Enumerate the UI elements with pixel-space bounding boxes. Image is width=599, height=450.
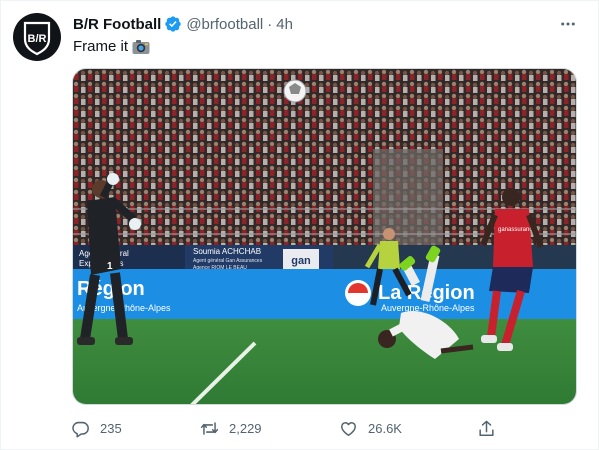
board-2-line-2: Agent général Gan Assurances bbox=[193, 258, 263, 264]
tweet-header: B/R Football @brfootball · 4h bbox=[73, 14, 293, 34]
board-3: gan bbox=[291, 255, 311, 267]
retweet-icon bbox=[200, 421, 219, 435]
like-icon bbox=[341, 421, 356, 436]
tweet-card[interactable]: B/R B/R Football @brfootball · 4h Frame … bbox=[0, 0, 599, 450]
football-photo: Agent général Expert à vos Soumia ACHCHA… bbox=[73, 69, 576, 404]
like-count: 26.6K bbox=[368, 420, 402, 436]
ball bbox=[283, 79, 307, 103]
share-button[interactable] bbox=[477, 415, 506, 441]
avatar-monogram: B/R bbox=[28, 33, 47, 45]
retweet-button[interactable]: 2,229 bbox=[200, 415, 262, 441]
verified-badge-icon bbox=[165, 16, 182, 32]
more-icon bbox=[561, 22, 575, 26]
tweet-actions: 235 2,229 26.6K bbox=[69, 415, 509, 441]
avatar[interactable]: B/R bbox=[13, 13, 61, 61]
reply-button[interactable]: 235 bbox=[71, 415, 122, 441]
tweet-photo[interactable]: Agent général Expert à vos Soumia ACHCHA… bbox=[72, 68, 577, 405]
camera-icon bbox=[132, 40, 150, 54]
pitch bbox=[73, 319, 576, 404]
timestamp[interactable]: 4h bbox=[276, 16, 293, 33]
retweet-count: 2,229 bbox=[229, 420, 262, 436]
br-logo-icon: B/R bbox=[23, 21, 51, 56]
board-2-line-1: Soumia ACHCHAB bbox=[193, 247, 261, 256]
separator-dot: · bbox=[267, 15, 273, 33]
share-icon bbox=[479, 420, 494, 436]
keeper-number: 1 bbox=[107, 261, 113, 272]
tweet-text-body: Frame it bbox=[73, 38, 129, 55]
led-right-sub: Auvergne-Rhône-Alpes bbox=[381, 303, 475, 313]
more-button[interactable] bbox=[554, 13, 582, 35]
reply-count: 235 bbox=[100, 420, 122, 436]
author-name[interactable]: B/R Football bbox=[73, 16, 161, 33]
author-handle[interactable]: @brfootball bbox=[186, 16, 263, 33]
like-button[interactable]: 26.6K bbox=[339, 415, 402, 441]
reply-icon bbox=[72, 421, 89, 437]
tweet-text: Frame it bbox=[73, 37, 150, 57]
